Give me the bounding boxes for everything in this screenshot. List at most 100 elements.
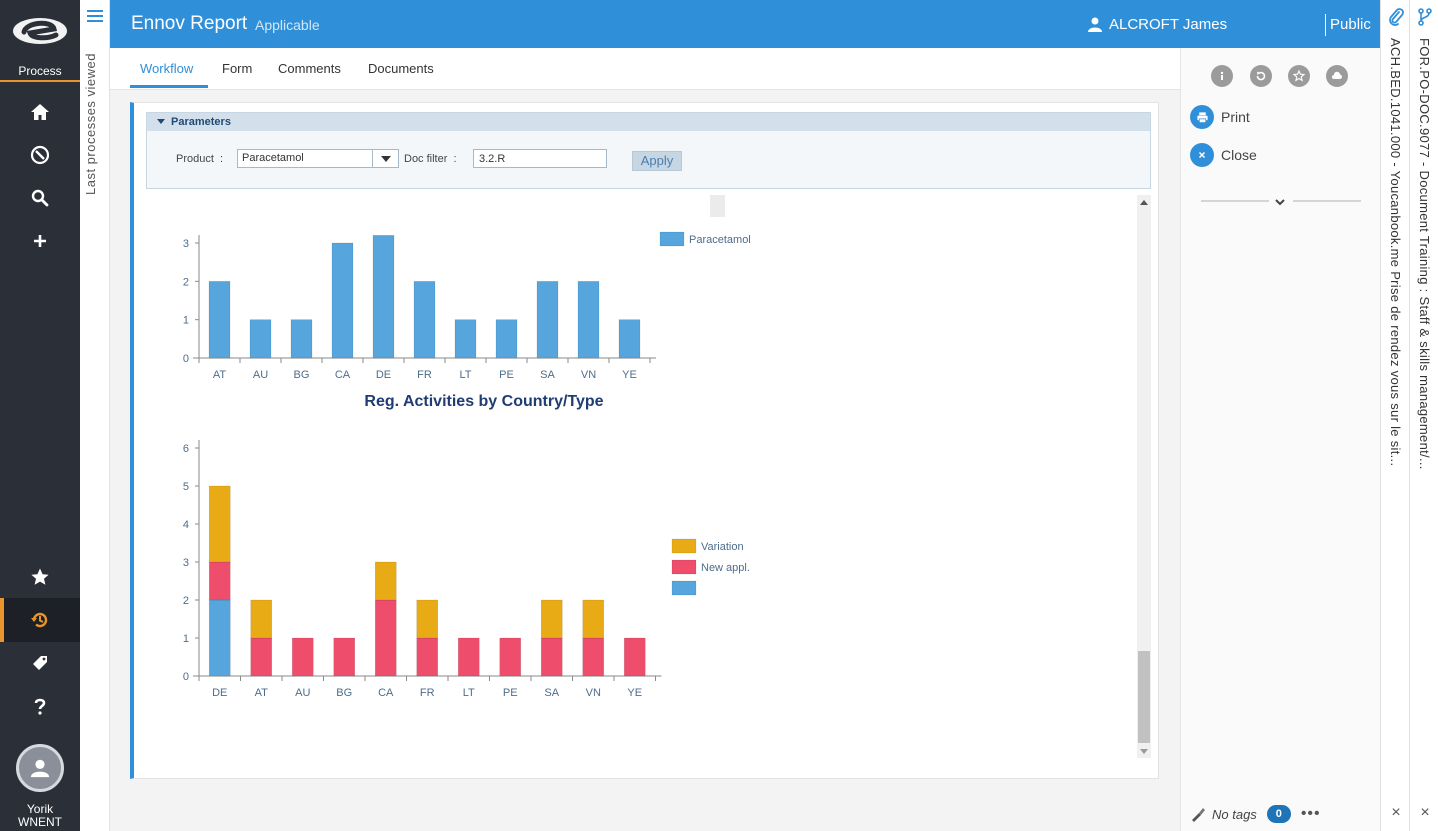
bar[interactable] <box>333 637 356 677</box>
bar[interactable] <box>540 599 563 639</box>
bar[interactable] <box>416 599 439 639</box>
collapse-caret-icon[interactable] <box>157 119 165 124</box>
chart2-legend: Variation New appl. <box>671 538 750 596</box>
star-outline-icon[interactable] <box>1288 65 1310 87</box>
report-scrollbar[interactable] <box>1137 195 1151 758</box>
history-icon[interactable] <box>0 600 80 640</box>
cloud-icon[interactable] <box>1326 65 1348 87</box>
close-tab-icon[interactable]: × <box>1418 805 1432 821</box>
x-tick-label: CA <box>378 687 394 699</box>
doc-tab-ach-bed[interactable]: ACH.BED.1041.000 - Youcanbook.me Prise d… <box>1380 0 1409 831</box>
help-icon[interactable] <box>0 686 80 726</box>
visibility-label[interactable]: Public <box>1330 16 1371 33</box>
plus-icon[interactable] <box>0 221 80 261</box>
header-separator <box>1325 14 1326 36</box>
tab-comments[interactable]: Comments <box>278 61 341 76</box>
legend-swatch <box>671 559 697 575</box>
bar[interactable] <box>457 637 480 677</box>
y-tick-label: 6 <box>183 443 189 455</box>
dropdown-arrow-icon[interactable] <box>372 150 398 167</box>
bar[interactable] <box>618 319 641 359</box>
user-icon <box>1088 17 1102 32</box>
refresh-icon[interactable] <box>1250 65 1272 87</box>
chart-reg-activities: 0 1 2 3 4 5 6 DE AT AU BG CA FR LT PE SA VN YE Variation N… <box>183 440 750 699</box>
tag-brush-icon[interactable] <box>1190 806 1206 822</box>
bar[interactable] <box>495 319 518 359</box>
bar[interactable] <box>208 485 231 563</box>
bar[interactable] <box>249 319 272 359</box>
bar[interactable] <box>291 637 314 677</box>
bar[interactable] <box>208 561 231 601</box>
legend-label: Paracetamol <box>689 234 751 246</box>
apply-button[interactable]: Apply <box>632 151 682 171</box>
doc-tab-for-po-doc[interactable]: FOR.PO-DOC.9077 - Document Training : St… <box>1409 0 1438 831</box>
bar[interactable] <box>540 637 563 677</box>
tab-workflow[interactable]: Workflow <box>140 61 193 76</box>
print-button[interactable]: Print <box>1190 105 1250 129</box>
bar[interactable] <box>250 599 273 639</box>
bar[interactable] <box>374 599 397 677</box>
bar[interactable] <box>413 281 436 359</box>
x-tick-label: AU <box>253 369 268 381</box>
y-tick-label: 3 <box>183 557 189 569</box>
search-icon[interactable] <box>0 178 80 218</box>
history-nav-item[interactable] <box>0 598 80 642</box>
legend-swatch <box>671 580 697 596</box>
more-options-icon[interactable]: ••• <box>1301 805 1321 823</box>
avatar[interactable] <box>16 744 64 792</box>
bar[interactable] <box>623 637 646 677</box>
product-label: Product : <box>176 153 224 165</box>
doc-filter-input[interactable] <box>473 149 607 168</box>
home-icon[interactable] <box>0 92 80 132</box>
x-tick-label: AU <box>295 687 310 699</box>
bar[interactable] <box>208 599 231 677</box>
bar[interactable] <box>499 637 522 677</box>
x-tick-label: YE <box>627 687 642 699</box>
star-icon[interactable] <box>0 557 80 597</box>
bar[interactable] <box>372 235 395 359</box>
close-tab-icon[interactable]: × <box>1389 805 1403 821</box>
chart-paracetamol: 0 1 2 3 AT AU BG CA DE FR LT PE SA VN YE Paracetamol <box>183 231 751 381</box>
last-processes-label[interactable]: Last processes viewed <box>83 15 98 195</box>
legend-label: New appl. <box>701 562 750 574</box>
bar[interactable] <box>250 637 273 677</box>
paperclip-icon <box>1389 8 1404 26</box>
bar[interactable] <box>454 319 477 359</box>
bar[interactable] <box>331 242 354 359</box>
x-tick-label: LT <box>459 369 471 381</box>
active-tab-indicator <box>130 85 208 88</box>
x-tick-label: FR <box>417 369 432 381</box>
tab-documents[interactable]: Documents <box>368 61 434 76</box>
chevron-down-icon[interactable] <box>1274 196 1286 208</box>
close-button[interactable]: Close <box>1190 143 1257 167</box>
tab-form[interactable]: Form <box>222 61 252 76</box>
x-tick-label: AT <box>255 687 269 699</box>
user-last-name: WNENT <box>18 815 62 829</box>
x-tick-label: AT <box>213 369 227 381</box>
app-label-underline <box>0 80 80 82</box>
bar[interactable] <box>290 319 313 359</box>
bar[interactable] <box>374 561 397 601</box>
info-icon[interactable] <box>1211 65 1233 87</box>
ennov-logo[interactable] <box>10 10 70 50</box>
y-tick-label: 3 <box>183 238 189 250</box>
bar[interactable] <box>208 281 231 359</box>
bar[interactable] <box>416 637 439 677</box>
product-label-text: Product <box>176 153 214 165</box>
bar[interactable] <box>582 599 605 639</box>
chart1-bars <box>208 235 641 359</box>
close-label: Close <box>1221 147 1257 163</box>
tag-icon[interactable] <box>0 643 80 683</box>
scroll-down-arrow-icon[interactable] <box>1140 749 1148 754</box>
main-sidebar: Process Yorik WNENT <box>0 0 80 831</box>
parameters-header[interactable]: Parameters <box>147 113 1150 131</box>
bar[interactable] <box>536 281 559 359</box>
compass-icon[interactable] <box>0 135 80 175</box>
bar[interactable] <box>582 637 605 677</box>
header-username[interactable]: ALCROFT James <box>1109 16 1227 33</box>
scroll-up-arrow-icon[interactable] <box>1140 200 1148 205</box>
scroll-thumb[interactable] <box>1138 651 1150 743</box>
product-select[interactable]: Paracetamol <box>237 149 399 168</box>
bar[interactable] <box>577 281 600 359</box>
x-tick-label: DE <box>212 687 227 699</box>
